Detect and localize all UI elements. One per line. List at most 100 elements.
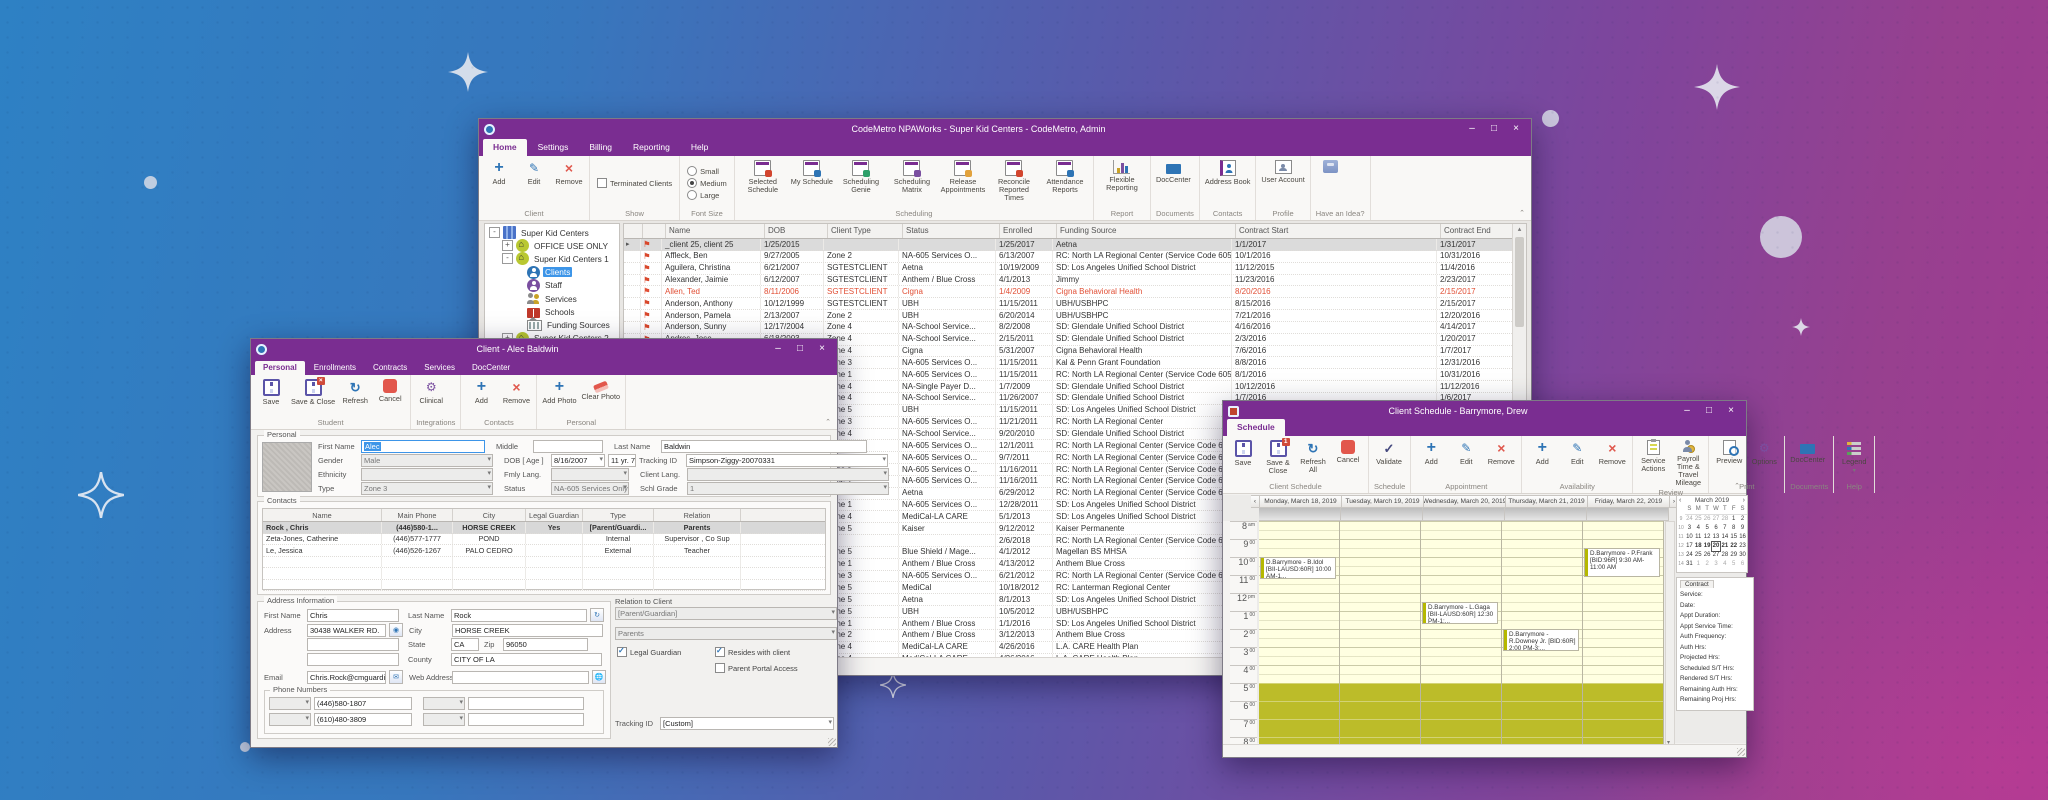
contact-row[interactable]: Rock , Chris(446)580-1...HORSE CREEKYes[… (263, 522, 825, 534)
schedule-titlebar[interactable]: Client Schedule - Barrymore, Drew – □ × (1223, 401, 1746, 421)
menu-tab-billing[interactable]: Billing (579, 139, 622, 156)
table-row[interactable]: ⚑Anderson, Pamela2/13/2007Zone 2UBH6/20/… (624, 310, 1526, 322)
calendar-day[interactable]: 5 (1703, 524, 1712, 533)
calendar-day[interactable]: 30 (1738, 551, 1747, 560)
tab-enrollments[interactable]: Enrollments (306, 361, 364, 375)
table-row[interactable]: ⚑Alexander, Jaimie6/12/2007SGTESTCLIENTA… (624, 275, 1526, 287)
schedule-vertical-scrollbar[interactable] (1665, 521, 1675, 747)
calendar-day[interactable]: 8 (1729, 524, 1738, 533)
calendar-day[interactable]: 9 (1738, 524, 1747, 533)
main-titlebar[interactable]: CodeMetro NPAWorks - Super Kid Centers -… (479, 119, 1531, 139)
open-web-icon[interactable]: 🌐 (592, 670, 606, 684)
scheduling-matrix-button[interactable]: Scheduling Matrix (887, 158, 937, 208)
day-column-tuesday-march-19-2019[interactable] (1340, 521, 1421, 746)
address-book-button[interactable]: Address Book (1203, 158, 1252, 208)
sidebar-item-super-kid-centers-1[interactable]: -Super Kid Centers 1 (485, 252, 619, 265)
menu-tab-help[interactable]: Help (681, 139, 718, 156)
legend-button[interactable]: Legend▾ (1837, 438, 1871, 481)
day-header-thursday-march-21-2019[interactable]: Thursday, March 21, 2019 (1506, 495, 1588, 508)
calendar-day[interactable]: 6 (1738, 560, 1747, 569)
column-header-item[interactable] (624, 224, 643, 238)
address2-field[interactable] (307, 638, 399, 651)
day-header-tuesday-march-19-2019[interactable]: Tuesday, March 19, 2019 (1342, 495, 1424, 508)
appointment[interactable]: D.Barrymore - P.Frank [BID:96R] 9:30 AM-… (1584, 548, 1660, 577)
phone-field-1[interactable]: (446)580-1807 (314, 697, 412, 710)
first-name-field[interactable]: Alec (361, 440, 485, 453)
all-day-cell[interactable] (1341, 508, 1423, 521)
payroll-time-travel-mileage-button[interactable]: Payroll Time & Travel Mileage (1671, 438, 1705, 487)
column-header-name[interactable]: Name (666, 224, 765, 238)
calendar-day[interactable]: 12 (1703, 533, 1712, 542)
column-header-legal-guardian[interactable]: Legal Guardian (526, 509, 583, 521)
prev-month-icon[interactable]: ‹ (1679, 497, 1681, 504)
calendar-day[interactable]: 2 (1738, 515, 1747, 524)
address-field[interactable]: 30438 WALKER RD. (307, 624, 386, 637)
appointment[interactable]: D.Barrymore - B.Idol [BII-LAUSD:60R] 10:… (1260, 557, 1336, 579)
all-day-cell[interactable] (1423, 508, 1505, 521)
scroll-up-icon[interactable]: ▴ (1513, 224, 1526, 236)
add-photo-button[interactable]: +Add Photo (540, 377, 578, 417)
contact-row[interactable]: Zeta-Jones, Catherine(446)577-1777PONDIn… (263, 534, 825, 546)
gender-select[interactable]: Male (361, 454, 493, 467)
user-account-button[interactable]: User Account (1259, 158, 1306, 208)
column-header-main-phone[interactable]: Main Phone (382, 509, 453, 521)
phone-field-3[interactable]: (610)480-3809 (314, 713, 412, 726)
calendar-day[interactable]: 6 (1712, 524, 1721, 533)
minimize-button[interactable]: – (1677, 403, 1697, 419)
client-photo-placeholder[interactable] (262, 442, 312, 492)
calendar-day[interactable]: 3 (1685, 524, 1694, 533)
release-appointments-button[interactable]: Release Appointments (938, 158, 988, 208)
column-header-client-type[interactable]: Client Type (828, 224, 903, 238)
medium-radio[interactable]: Medium (687, 178, 727, 188)
last-name-field[interactable]: Baldwin (661, 440, 867, 453)
sidebar-item-staff[interactable]: Staff (485, 279, 619, 292)
column-header-item[interactable] (643, 224, 666, 238)
save-button[interactable]: Save (1226, 438, 1260, 481)
collapse-ribbon-icon[interactable]: ⌃ (825, 418, 831, 426)
all-day-cell[interactable] (1505, 508, 1587, 521)
resize-grip[interactable] (828, 738, 836, 746)
column-header-funding-source[interactable]: Funding Source (1057, 224, 1236, 238)
next-month-icon[interactable]: › (1743, 497, 1745, 504)
day-header-friday-march-22-2019[interactable]: Friday, March 22, 2019 (1588, 495, 1670, 508)
calendar-day[interactable]: 19 (1703, 542, 1712, 551)
tab-schedule[interactable]: Schedule (1227, 419, 1285, 436)
edit-button[interactable]: ✎Edit (1560, 438, 1594, 481)
preview-button[interactable]: Preview (1712, 438, 1746, 481)
calendar-day[interactable]: 4 (1720, 560, 1729, 569)
table-row[interactable]: ⚑Affleck, Ben9/27/2005Zone 2NA-605 Servi… (624, 251, 1526, 263)
cancel-button[interactable]: Cancel (373, 377, 407, 417)
edit-button[interactable]: ✎Edit (517, 158, 551, 208)
remove-button[interactable]: ×Remove (499, 377, 533, 417)
sidebar-item-clients[interactable]: Clients (485, 266, 619, 279)
calendar-day[interactable]: 13 (1712, 533, 1721, 542)
send-email-icon[interactable]: ✉ (389, 670, 403, 684)
sidebar-item-schools[interactable]: Schools (485, 305, 619, 318)
sidebar-item-services[interactable]: Services (485, 292, 619, 305)
have-an-idea-button[interactable] (1314, 158, 1348, 208)
clear-photo-button[interactable]: Clear Photo (580, 377, 623, 417)
remove-button[interactable]: ×Remove (1595, 438, 1629, 481)
phone-field-2[interactable] (468, 697, 584, 710)
calendar-day[interactable]: 25 (1694, 551, 1703, 560)
add-button[interactable]: +Add (1414, 438, 1448, 481)
menu-tab-home[interactable]: Home (483, 139, 527, 156)
close-button[interactable]: × (1506, 121, 1526, 137)
calendar-day[interactable]: 27 (1712, 551, 1721, 560)
tab-services[interactable]: Services (416, 361, 463, 375)
calendar-day[interactable]: 28 (1720, 515, 1729, 524)
client-language-select[interactable] (687, 468, 889, 481)
calendar-day[interactable]: 23 (1738, 542, 1747, 551)
column-header-enrolled[interactable]: Enrolled (1000, 224, 1057, 238)
web-address-field[interactable] (452, 671, 589, 684)
resides-with-client-checkbox[interactable]: Resides with client (715, 647, 790, 657)
calendar-day[interactable]: 7 (1720, 524, 1729, 533)
tab-contract[interactable]: Contract (1680, 580, 1714, 588)
maximize-button[interactable]: □ (1699, 403, 1719, 419)
doccenter-button[interactable]: DocCenter (1788, 438, 1827, 481)
table-row[interactable]: ⚑Anderson, Anthony10/12/1999SGTESTCLIENT… (624, 298, 1526, 310)
map-icon[interactable]: ◉ (389, 623, 403, 637)
day-header-wednesday-march-20-2019[interactable]: Wednesday, March 20, 2019 (1424, 495, 1506, 508)
calendar-day[interactable]: 18 (1694, 542, 1703, 551)
day-header-monday-march-18-2019[interactable]: Monday, March 18, 2019 (1260, 495, 1342, 508)
